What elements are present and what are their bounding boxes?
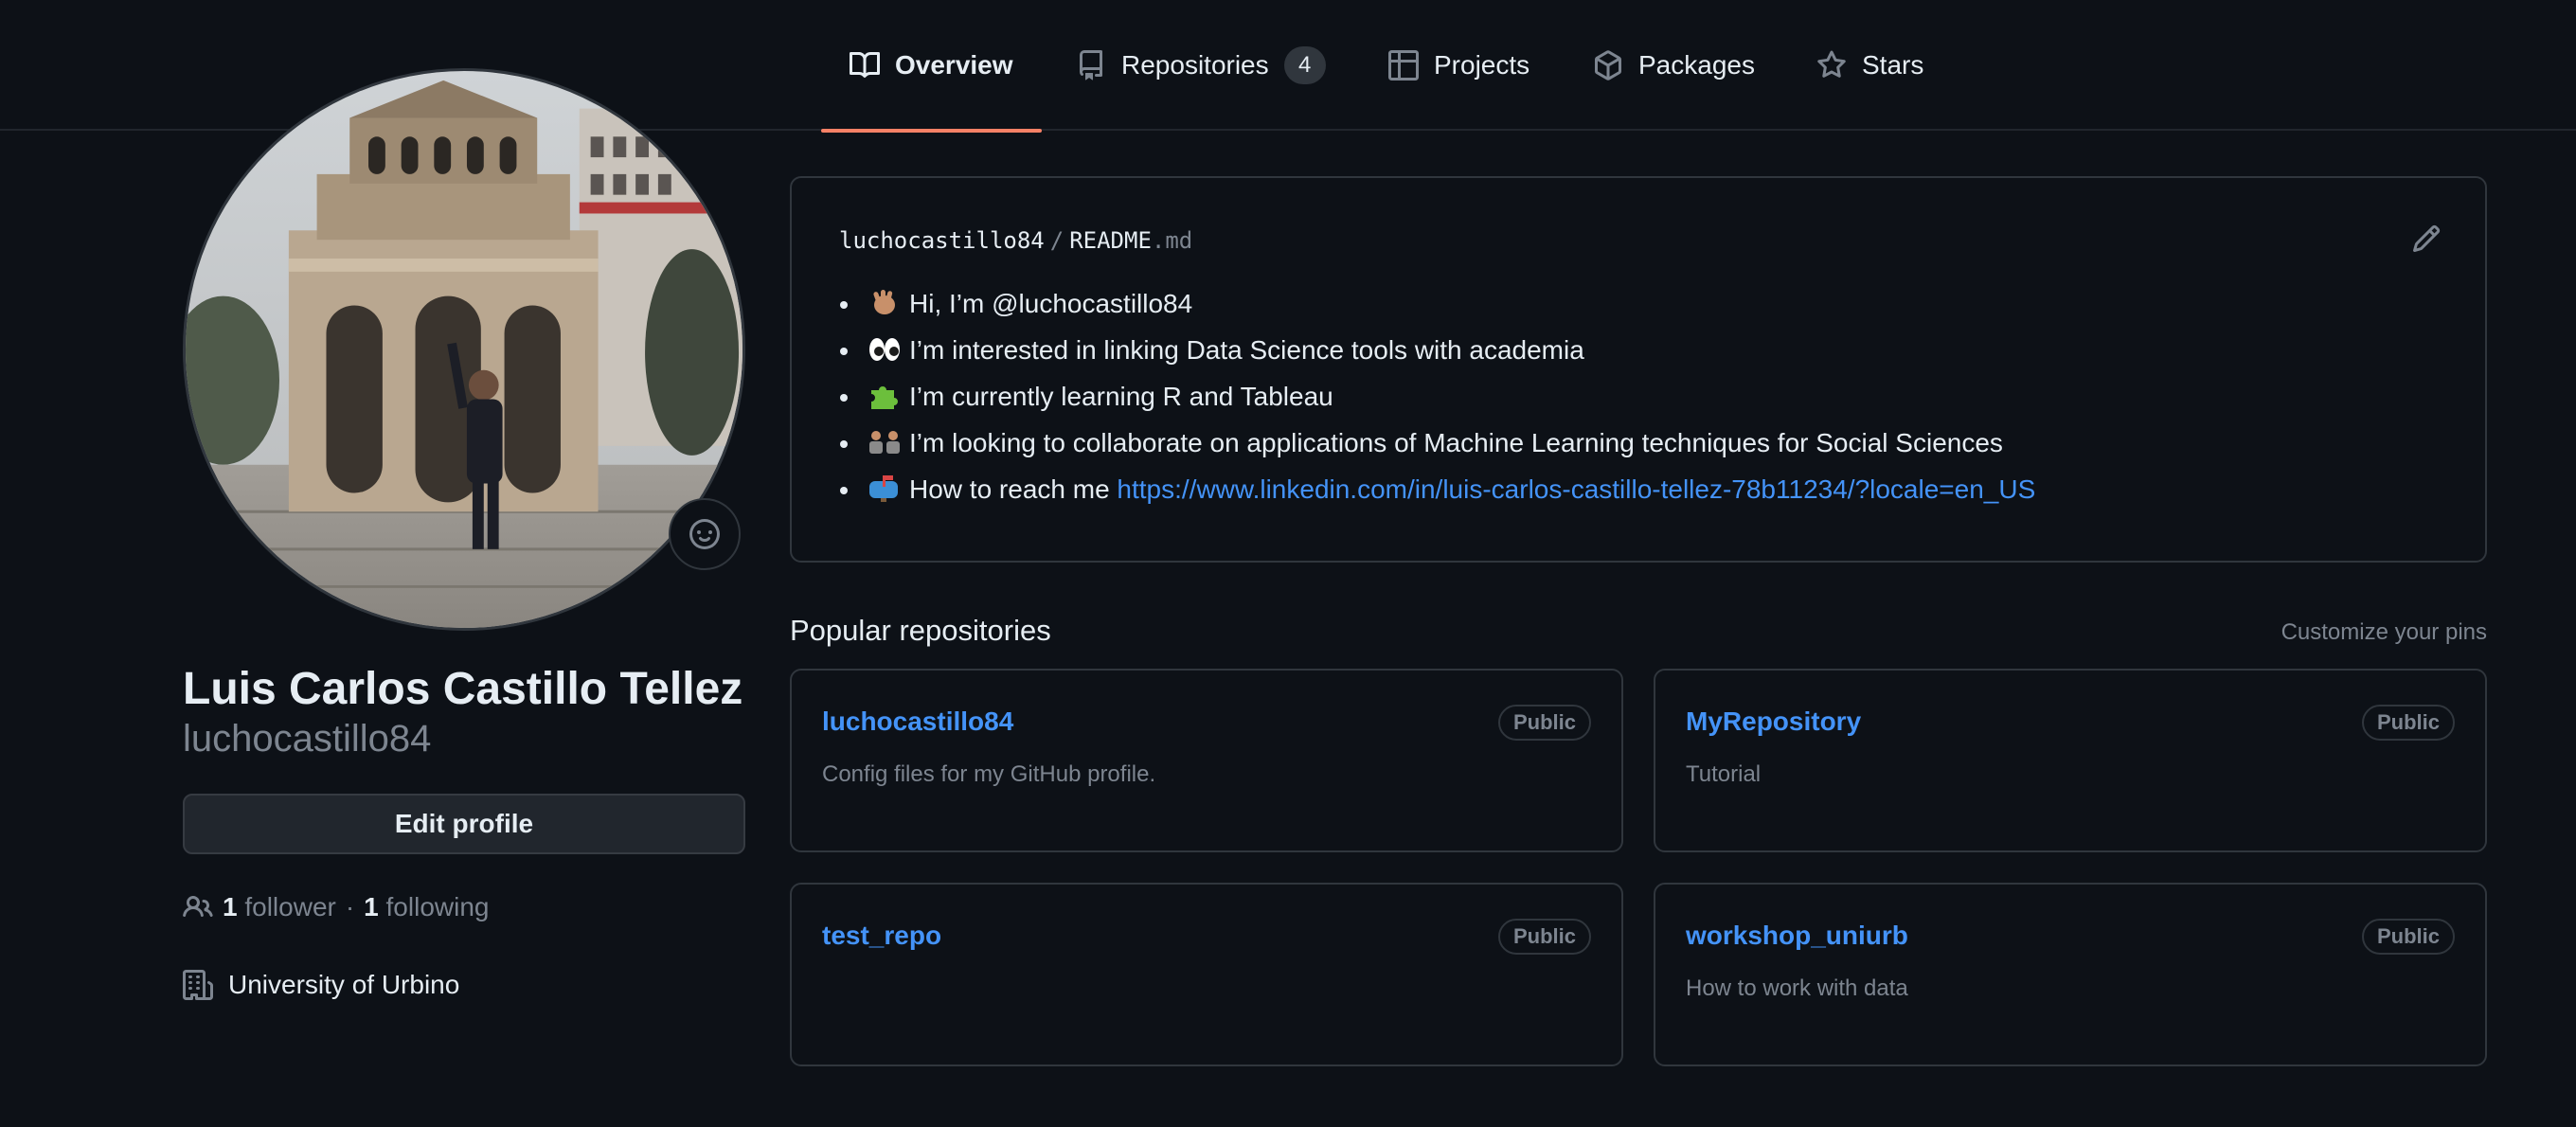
repo-name-link[interactable]: MyRepository <box>1686 707 1861 737</box>
popular-repositories-heading: Popular repositories <box>790 614 1051 647</box>
readme-item-text: I’m currently learning R and Tableau <box>909 382 1333 411</box>
edit-readme-button[interactable] <box>2411 224 2442 259</box>
waving-hand-icon <box>873 290 895 314</box>
repo-card: MyRepository Public Tutorial <box>1654 669 2487 852</box>
readme-owner[interactable]: luchocastillo84 <box>839 227 1045 254</box>
following-count: 1 <box>364 892 379 921</box>
readme-list: Hi, I’m @luchocastillo84 I’m interested … <box>862 280 2035 512</box>
avatar[interactable] <box>183 68 745 631</box>
customize-pins-link[interactable]: Customize your pins <box>2281 619 2487 646</box>
people-icon <box>183 895 213 918</box>
visibility-badge: Public <box>2361 919 2455 955</box>
profile-name: Luis Carlos Castillo Tellez <box>183 664 743 714</box>
readme-path-separator: / <box>1049 227 1064 254</box>
visibility-badge: Public <box>1497 919 1591 955</box>
readme-path: luchocastillo84/README.md <box>839 227 1192 254</box>
visibility-badge: Public <box>2361 705 2455 741</box>
organization-name: University of Urbino <box>228 970 460 999</box>
tab-repositories-label: Repositories <box>1121 50 1269 80</box>
repo-name-link[interactable]: test_repo <box>822 921 941 951</box>
tab-packages-label: Packages <box>1638 50 1755 80</box>
repo-icon <box>1080 50 1102 80</box>
tab-projects-label: Projects <box>1434 50 1530 80</box>
eyes-icon <box>869 338 900 361</box>
package-icon <box>1595 50 1621 80</box>
repo-card: test_repo Public <box>790 883 1623 1066</box>
follow-stats: 1 follower · 1 following <box>183 888 489 926</box>
organization-icon <box>183 970 213 1000</box>
repo-card: luchocastillo84 Public Config files for … <box>790 669 1623 852</box>
readme-item-text: I’m looking to collaborate on applicatio… <box>909 428 2003 457</box>
book-icon <box>850 51 880 78</box>
mailbox-icon <box>869 475 898 502</box>
tab-repositories[interactable]: Repositories 4 <box>1076 0 1326 131</box>
readme-file: README <box>1069 227 1152 254</box>
avatar-photo <box>186 71 742 628</box>
repo-card: workshop_uniurb Public How to work with … <box>1654 883 2487 1066</box>
readme-item-seedling: I’m currently learning R and Tableau <box>862 373 2035 420</box>
readme-item-text: How to reach me <box>909 474 1118 504</box>
followers-label: follower <box>244 892 336 921</box>
following-label: following <box>385 892 490 921</box>
tab-stars-label: Stars <box>1862 50 1924 80</box>
people-working-icon <box>869 431 900 454</box>
profile-readme: luchocastillo84/README.md Hi, I’m @lucho… <box>790 176 2487 563</box>
followers-link[interactable]: 1 follower <box>223 892 336 922</box>
linkedin-link[interactable]: https://www.linkedin.com/in/luis-carlos-… <box>1117 474 2035 504</box>
tab-overview-label: Overview <box>895 50 1013 80</box>
repo-description: Tutorial <box>1686 761 1762 787</box>
readme-ext: .md <box>1151 227 1193 254</box>
readme-item-mailbox: How to reach me https://www.linkedin.com… <box>862 466 2035 512</box>
readme-item-people: I’m looking to collaborate on applicatio… <box>862 420 2035 466</box>
star-icon <box>1817 50 1846 78</box>
readme-item-eyes: I’m interested in linking Data Science t… <box>862 327 2035 373</box>
tab-overview[interactable]: Overview <box>821 0 1041 133</box>
organization: University of Urbino <box>183 966 459 1004</box>
follow-separator: · <box>345 892 355 921</box>
repositories-count-badge: 4 <box>1283 46 1326 84</box>
tab-packages[interactable]: Packages <box>1593 0 1755 131</box>
profile-username: luchocastillo84 <box>183 718 432 760</box>
table-icon <box>1388 50 1419 80</box>
repo-description: How to work with data <box>1686 975 1908 1001</box>
smiley-icon <box>689 519 720 549</box>
edit-profile-button[interactable]: Edit profile <box>183 794 745 854</box>
followers-count: 1 <box>223 892 238 921</box>
puzzle-piece-icon <box>871 386 898 409</box>
visibility-badge: Public <box>1497 705 1591 741</box>
following-link[interactable]: 1 following <box>364 892 489 922</box>
readme-item-text: I’m interested in linking Data Science t… <box>909 335 1584 365</box>
readme-item-wave: Hi, I’m @luchocastillo84 <box>862 280 2035 327</box>
repo-description: Config files for my GitHub profile. <box>822 761 1156 787</box>
tab-projects[interactable]: Projects <box>1388 0 1530 131</box>
set-status-button[interactable] <box>669 498 741 570</box>
tab-stars[interactable]: Stars <box>1816 0 1923 131</box>
repo-name-link[interactable]: luchocastillo84 <box>822 707 1013 737</box>
readme-item-text: Hi, I’m @luchocastillo84 <box>909 289 1193 318</box>
pencil-icon <box>2412 224 2441 253</box>
repo-name-link[interactable]: workshop_uniurb <box>1686 921 1908 951</box>
